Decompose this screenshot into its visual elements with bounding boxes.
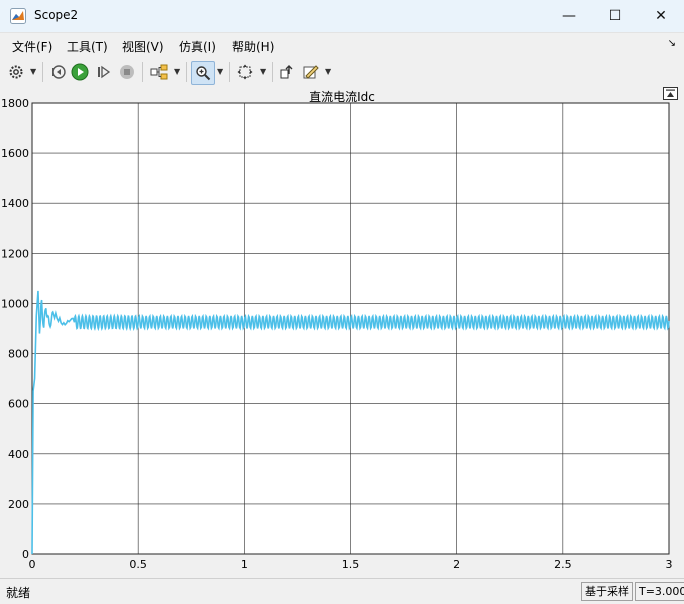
menu-view[interactable]: 视图(V) <box>122 38 164 55</box>
y-tick-label: 1000 <box>1 297 29 310</box>
signal-selector-icon <box>150 64 168 80</box>
x-tick-label: 0.5 <box>129 558 147 571</box>
simulation-time-indicator: T=3.000 <box>635 582 684 601</box>
settings-button[interactable] <box>6 61 26 83</box>
style-button[interactable] <box>301 61 321 83</box>
toolbar-separator <box>272 62 273 82</box>
x-tick-label: 0 <box>29 558 36 571</box>
x-tick-label: 2 <box>453 558 460 571</box>
y-tick-label: 1400 <box>1 197 29 210</box>
y-tick-label: 800 <box>8 348 29 361</box>
maximize-button[interactable]: ☐ <box>592 0 638 32</box>
run-button[interactable] <box>70 61 90 83</box>
stop-button[interactable] <box>117 61 137 83</box>
matlab-app-icon <box>10 8 26 24</box>
highlight-block-button[interactable] <box>277 61 297 83</box>
menu-file[interactable]: 文件(F) <box>12 38 52 55</box>
style-icon <box>303 65 319 79</box>
settings-dropdown-icon[interactable]: ▼ <box>30 67 36 76</box>
stop-icon <box>120 65 134 79</box>
menu-bar: 文件(F) 工具(T) 视图(V) 仿真(I) 帮助(H) ↘ <box>0 33 684 57</box>
y-tick-label: 1200 <box>1 247 29 260</box>
settings-icon <box>9 65 23 79</box>
minimize-button[interactable]: — <box>546 0 592 32</box>
toolbar: ▼ ▼ ▼ ▼ ▼ <box>0 58 684 87</box>
close-icon: ✕ <box>655 8 667 24</box>
highlight-block-icon <box>280 65 293 79</box>
menu-help[interactable]: 帮助(H) <box>232 38 274 55</box>
status-bar: 就绪 基于采样 T=3.000 <box>0 578 684 604</box>
chart[interactable]: 0 0.5 1 1.5 2 2.5 3 0 200 400 600 800 1000 1200 1400 16… <box>0 86 684 576</box>
autoscale-icon <box>237 64 253 80</box>
signal-selector-button[interactable] <box>148 61 170 83</box>
menu-tools[interactable]: 工具(T) <box>67 38 108 55</box>
signal-selector-dropdown-icon[interactable]: ▼ <box>174 67 180 76</box>
menu-overflow-icon[interactable]: ↘ <box>668 38 676 49</box>
x-tick-label: 3 <box>666 558 673 571</box>
minimize-icon: — <box>562 8 576 24</box>
window-title: Scope2 <box>34 8 79 22</box>
maximize-icon: ☐ <box>608 8 622 24</box>
toolbar-separator <box>42 62 43 82</box>
style-dropdown-icon[interactable]: ▼ <box>325 67 331 76</box>
y-tick-label: 200 <box>8 498 29 511</box>
toolbar-separator <box>142 62 143 82</box>
y-tick-label: 0 <box>22 548 29 561</box>
sample-mode-indicator: 基于采样 <box>581 582 633 601</box>
step-forward-button[interactable] <box>94 61 114 83</box>
autoscale-button[interactable] <box>234 61 256 83</box>
y-tick-label: 1600 <box>1 147 29 160</box>
autoscale-dropdown-icon[interactable]: ▼ <box>260 67 266 76</box>
zoom-dropdown-icon[interactable]: ▼ <box>217 67 223 76</box>
y-tick-label: 600 <box>8 398 29 411</box>
run-icon <box>71 63 89 81</box>
zoom-in-icon <box>196 66 211 81</box>
y-tick-label: 400 <box>8 448 29 461</box>
x-tick-label: 1.5 <box>342 558 360 571</box>
menu-simulation[interactable]: 仿真(I) <box>179 38 216 55</box>
step-back-button[interactable] <box>48 61 68 83</box>
plot-area: 直流电流Idc 0 0.5 1 1.5 2 2.5 3 0 200 400 600 800 1000 12… <box>0 86 684 578</box>
zoom-in-button[interactable] <box>191 61 215 85</box>
x-tick-label: 1 <box>241 558 248 571</box>
close-button[interactable]: ✕ <box>638 0 684 32</box>
step-back-icon <box>52 65 66 79</box>
y-tick-label: 1800 <box>1 97 29 110</box>
x-tick-label: 2.5 <box>554 558 572 571</box>
step-forward-icon <box>98 65 111 79</box>
toolbar-separator <box>186 62 187 82</box>
status-text: 就绪 <box>6 586 31 600</box>
toolbar-separator <box>229 62 230 82</box>
title-bar: Scope2 — ☐ ✕ <box>0 0 684 33</box>
